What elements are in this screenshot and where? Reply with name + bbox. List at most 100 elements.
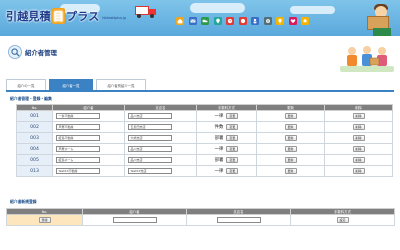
register-section-title: 紹介者新規登録 (10, 199, 37, 204)
tab-referral-by-referrer[interactable]: 紹介者別紹介一覧 (96, 79, 146, 90)
fee-method-value: 一律 (214, 169, 224, 174)
branch-cell: 品川支店 (124, 110, 197, 122)
clock-icon[interactable] (226, 17, 234, 25)
referrer-name-input[interactable]: 一条不動産 (56, 113, 100, 119)
mascot-illustration (367, 2, 397, 36)
register-button[interactable]: 登録 (38, 217, 51, 223)
referrer-cell: 芦屋不動産 (52, 121, 125, 133)
fee-method-change-button[interactable]: 変更 (226, 146, 239, 152)
branch-name-input[interactable]: TestXX支店 (128, 168, 172, 174)
tab-bar: 紹介の一覧 紹介者一覧 紹介者別紹介一覧 (6, 79, 146, 90)
fee-method-cell: 一律 変更 (196, 110, 257, 122)
row-number: 005 (16, 154, 53, 166)
logo-subtext: hikkoshiplus.jp (102, 16, 126, 20)
delete-cell: 削除 (324, 110, 393, 122)
fee-method-value: 件数 (214, 125, 224, 130)
people-illustration (340, 46, 394, 72)
truck-illustration (135, 6, 157, 18)
magnifier-icon (8, 45, 22, 59)
register-table: No. 紹介者 支店名 手数料方式 登録 設定 (6, 208, 395, 226)
gear-icon[interactable] (263, 17, 272, 25)
heart-icon[interactable] (288, 17, 297, 25)
branch-cell: 品川支店 (124, 154, 197, 166)
fee-method-change-button[interactable]: 変更 (226, 124, 239, 130)
referrer-cell: TestXX不動産 (52, 165, 125, 177)
delete-cell: 削除 (324, 143, 393, 155)
truck-icon[interactable] (201, 17, 209, 25)
map-icon[interactable] (213, 17, 222, 25)
page-title-text: 紹介者管理 (25, 48, 57, 57)
branch-name-input[interactable]: 品川支店 (128, 146, 172, 152)
update-button[interactable]: 更新 (284, 168, 297, 174)
delete-button[interactable]: 削除 (352, 146, 365, 152)
update-cell: 更新 (256, 143, 325, 155)
branch-name-input[interactable]: 五反田支店 (128, 124, 172, 130)
delete-button[interactable]: 削除 (352, 135, 365, 141)
new-branch-input[interactable] (216, 217, 261, 223)
fee-method-cell: 一律 変更 (196, 165, 257, 177)
logo-text: 引越見積目プラス (6, 8, 100, 24)
fee-method-cell: 部署 変更 (196, 154, 257, 166)
person-icon[interactable] (251, 17, 259, 25)
fee-method-change-button[interactable]: 変更 (226, 168, 239, 174)
mail-icon[interactable] (188, 17, 197, 25)
fee-method-value: 一律 (214, 114, 224, 119)
referrer-cell: 鮫島不動産 (52, 132, 125, 144)
delete-button[interactable]: 削除 (352, 113, 365, 119)
referrer-cell: 芦屋ホーム (52, 143, 125, 155)
branch-cell: 大崎支店 (124, 132, 197, 144)
bell-icon[interactable] (301, 17, 309, 25)
tab-referrer-list[interactable]: 紹介者一覧 (49, 79, 93, 90)
table-row: 003 鮫島不動産 大崎支店 部署 変更 更新 削除 (16, 132, 393, 144)
fee-method-change-button[interactable]: 変更 (226, 135, 239, 141)
table-row: 004 芦屋ホーム 品川支店 一律 変更 更新 削除 (16, 143, 393, 155)
delete-button[interactable]: 削除 (352, 124, 365, 130)
branch-name-input[interactable]: 品川支店 (128, 157, 172, 163)
site-logo[interactable]: 引越見積目プラス hikkoshiplus.jp (6, 8, 126, 24)
new-referrer-input[interactable] (112, 217, 157, 223)
referrer-cell: 鮫島ホーム (52, 154, 125, 166)
branch-cell: 品川支店 (124, 143, 197, 155)
fee-method-value: 一律 (214, 147, 224, 152)
tab-referral-list[interactable]: 紹介の一覧 (6, 79, 46, 90)
update-cell: 更新 (256, 121, 325, 133)
referrer-name-input[interactable]: 鮫島不動産 (56, 135, 100, 141)
tab-underline (6, 90, 394, 92)
update-button[interactable]: 更新 (284, 124, 297, 130)
delete-cell: 削除 (324, 132, 393, 144)
fee-method-cell: 一律 変更 (196, 143, 257, 155)
logo-badge: 目 (51, 8, 66, 24)
referrer-name-input[interactable]: TestXX不動産 (56, 168, 100, 174)
row-number: 002 (16, 121, 53, 133)
delete-button[interactable]: 削除 (352, 168, 365, 174)
row-number: 003 (16, 132, 53, 144)
fee-method-change-button[interactable]: 変更 (226, 157, 239, 163)
branch-name-input[interactable]: 品川支店 (128, 113, 172, 119)
delete-cell: 削除 (324, 165, 393, 177)
lightbulb-icon[interactable] (276, 17, 284, 25)
page-title: 紹介者管理 (8, 45, 57, 59)
manage-section-title: 紹介者管理・登録・編集 (10, 96, 52, 101)
update-cell: 更新 (256, 110, 325, 122)
update-button[interactable]: 更新 (284, 113, 297, 119)
home-icon[interactable] (176, 17, 184, 25)
update-button[interactable]: 更新 (284, 135, 297, 141)
site-header: 引越見積目プラス hikkoshiplus.jp (0, 0, 400, 36)
table-row: 005 鮫島ホーム 品川支店 部署 変更 更新 削除 (16, 154, 393, 166)
register-row: 登録 設定 (6, 214, 395, 226)
branch-name-input[interactable]: 大崎支店 (128, 135, 172, 141)
table-row: 013 TestXX不動産 TestXX支店 一律 変更 更新 削除 (16, 165, 393, 177)
delete-button[interactable]: 削除 (352, 157, 365, 163)
update-button[interactable]: 更新 (284, 146, 297, 152)
question-icon[interactable] (238, 17, 247, 25)
referrer-name-input[interactable]: 芦屋ホーム (56, 146, 100, 152)
referrer-cell: 一条不動産 (52, 110, 125, 122)
referrer-name-input[interactable]: 芦屋不動産 (56, 124, 100, 130)
fee-method-setting-button[interactable]: 設定 (336, 217, 349, 223)
register-button-cell: 登録 (6, 214, 83, 226)
referrer-name-input[interactable]: 鮫島ホーム (56, 157, 100, 163)
update-button[interactable]: 更新 (284, 157, 297, 163)
new-referrer-cell (82, 214, 187, 226)
new-method-cell: 設定 (290, 214, 395, 226)
fee-method-change-button[interactable]: 変更 (226, 113, 239, 119)
